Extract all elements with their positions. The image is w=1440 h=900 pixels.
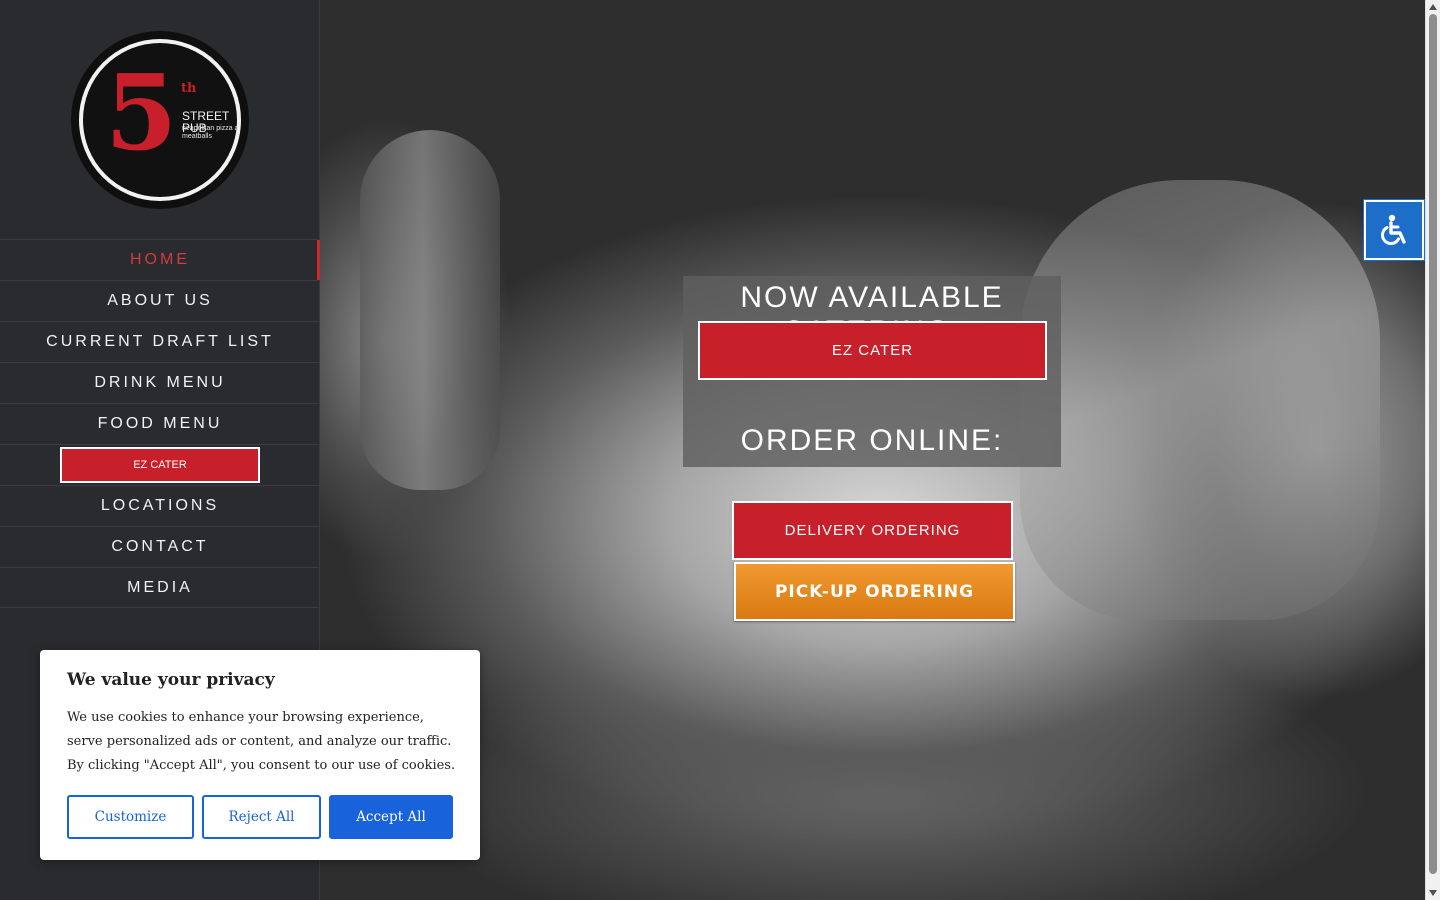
- logo-numeral: 5: [105, 51, 178, 174]
- page-scrollbar[interactable]: [1425, 0, 1440, 900]
- cookie-accept-all-button[interactable]: Accept All: [329, 795, 453, 839]
- scroll-thumb[interactable]: [1429, 14, 1437, 874]
- accessibility-button[interactable]: [1363, 199, 1425, 261]
- ez-cater-button[interactable]: EZ CATER: [698, 321, 1047, 380]
- main-nav: HOME ABOUT US CURRENT DRAFT LIST DRINK M…: [0, 239, 320, 608]
- nav-ez-cater-button[interactable]: EZ CATER: [60, 447, 260, 483]
- cookie-consent-banner: We value your privacy We use cookies to …: [40, 650, 480, 860]
- nav-item-contact[interactable]: CONTACT: [0, 526, 320, 567]
- nav-item-ez-cater-row: EZ CATER: [0, 444, 320, 485]
- logo-tagline: neapolitan pizza and meatballs: [182, 125, 241, 141]
- nav-item-locations[interactable]: LOCATIONS: [0, 485, 320, 526]
- order-online-heading: ORDER ONLINE:: [740, 424, 1004, 457]
- cookie-body: We use cookies to enhance your browsing …: [67, 710, 456, 773]
- cookie-title: We value your privacy: [67, 670, 275, 690]
- hero-photo-right-hand: [1020, 180, 1380, 620]
- nav-item-current-draft-list[interactable]: CURRENT DRAFT LIST: [0, 321, 320, 362]
- scroll-up-arrow-icon[interactable]: [1429, 4, 1437, 10]
- scroll-down-arrow-icon[interactable]: [1429, 890, 1437, 896]
- delivery-ordering-button[interactable]: DELIVERY ORDERING: [732, 501, 1013, 560]
- nav-item-food-menu[interactable]: FOOD MENU: [0, 403, 320, 444]
- pickup-ordering-button[interactable]: PICK-UP ORDERING: [734, 562, 1015, 621]
- logo-suffix: th: [181, 81, 197, 96]
- nav-item-about-us[interactable]: ABOUT US: [0, 280, 320, 321]
- hero-photo-left-hand: [360, 130, 500, 490]
- cookie-reject-all-button[interactable]: Reject All: [202, 795, 321, 839]
- wheelchair-icon: [1381, 214, 1406, 245]
- nav-item-home[interactable]: HOME: [0, 239, 320, 280]
- site-logo[interactable]: 5 th STREET PUB neapolitan pizza and mea…: [71, 31, 249, 209]
- cookie-customize-button[interactable]: Customize: [67, 795, 194, 839]
- nav-item-drink-menu[interactable]: DRINK MENU: [0, 362, 320, 403]
- logo-badge: 5 th STREET PUB neapolitan pizza and mea…: [79, 39, 241, 201]
- nav-item-media[interactable]: MEDIA: [0, 567, 320, 608]
